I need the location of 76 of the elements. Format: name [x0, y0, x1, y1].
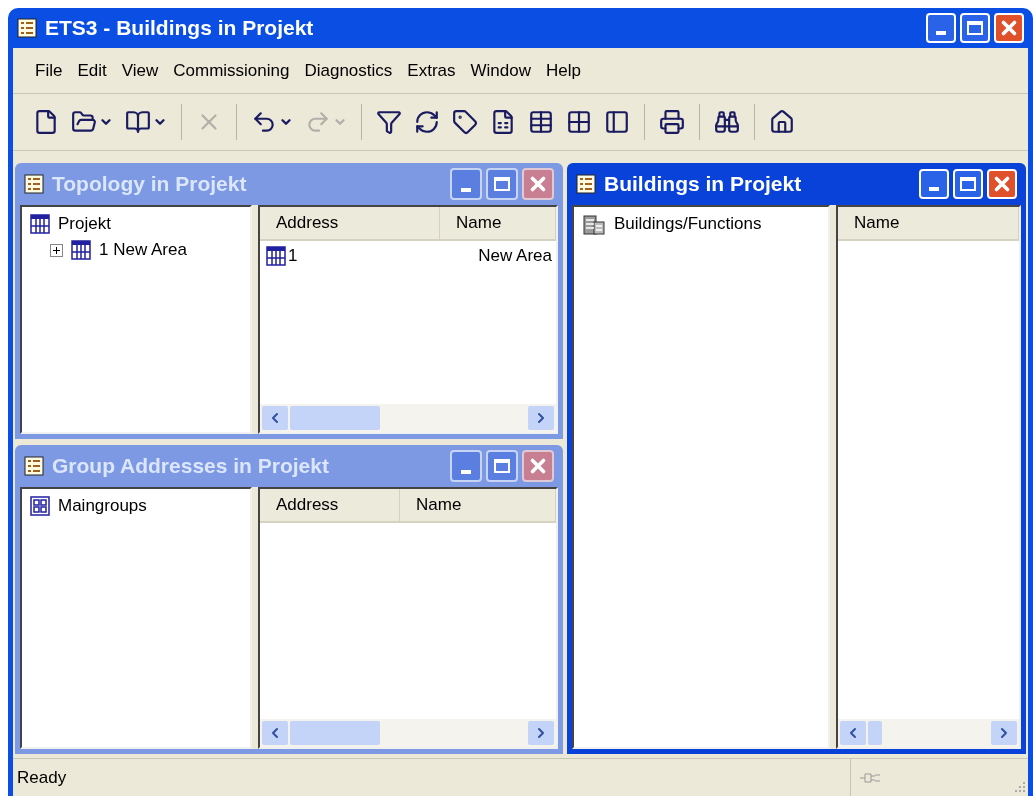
maximize-icon [494, 459, 510, 473]
table-cell-text: New Area [477, 245, 553, 268]
tree-item[interactable]: Buildings/Functions [582, 211, 824, 237]
menu-item[interactable]: Diagnostics [298, 55, 399, 86]
menu-item[interactable]: View [115, 55, 165, 86]
column-header[interactable]: Name [838, 207, 1019, 239]
scroll-left-button[interactable] [262, 721, 288, 745]
folder-icon [71, 109, 97, 135]
scroll-left-button[interactable] [262, 406, 288, 430]
panel-icon [604, 109, 630, 135]
column-header[interactable]: Address [260, 489, 400, 521]
window-app-icon [24, 456, 44, 476]
table-grid-icon [30, 214, 50, 234]
maximize-icon [494, 177, 510, 191]
tag-icon [452, 109, 478, 135]
maximize-icon [960, 177, 976, 191]
search-icon [714, 109, 740, 135]
window-app-icon [17, 18, 37, 38]
undo-icon [251, 109, 277, 135]
scroll-left-button[interactable] [840, 721, 866, 745]
window-app-icon [24, 174, 44, 194]
table-grid-icon [71, 240, 91, 260]
menu-item[interactable]: Extras [401, 55, 462, 86]
minimize-icon [461, 188, 471, 192]
print-icon [659, 109, 685, 135]
child-window-title: Group Addresses in Projekt [52, 453, 329, 480]
menu-item[interactable]: Window [464, 55, 537, 86]
grid-icon [566, 109, 592, 135]
tree-item[interactable]: 1 New Area [50, 237, 246, 263]
maximize-button[interactable] [486, 168, 518, 200]
column-header[interactable]: Name [440, 207, 556, 239]
table-icon [528, 109, 554, 135]
house-icon [769, 109, 795, 135]
scroll-thumb[interactable] [290, 721, 380, 745]
column-header[interactable]: Name [400, 489, 556, 521]
horizontal-scrollbar[interactable] [260, 404, 556, 432]
redo-icon [305, 109, 331, 135]
minimize-button[interactable] [450, 450, 482, 482]
close-button[interactable] [522, 168, 554, 200]
minimize-button[interactable] [450, 168, 482, 200]
status-text: Ready [16, 766, 68, 789]
scroll-right-button[interactable] [528, 721, 554, 745]
scroll-thumb[interactable] [290, 406, 380, 430]
horizontal-scrollbar[interactable] [260, 719, 556, 747]
scroll-right-button[interactable] [528, 406, 554, 430]
maximize-icon [967, 21, 983, 35]
connection-icon [859, 771, 881, 784]
book-icon [125, 109, 151, 135]
horizontal-scrollbar[interactable] [838, 719, 1019, 747]
child-window-title: Buildings in Projekt [604, 171, 802, 198]
minimize-icon [929, 187, 939, 191]
column-header[interactable]: Address [260, 207, 440, 239]
table-grid-icon [266, 246, 286, 266]
filter-icon [376, 109, 402, 135]
minimize-icon [461, 470, 471, 474]
menu-item[interactable]: Help [540, 55, 587, 86]
maximize-button[interactable] [486, 450, 518, 482]
menu-item[interactable]: Edit [71, 55, 113, 86]
new-file-icon [33, 109, 59, 135]
tree-item[interactable]: Maingroups [30, 493, 246, 519]
window-app-icon [576, 174, 596, 194]
refresh-icon [414, 109, 440, 135]
table-cell: 1 [260, 243, 440, 269]
tree-item[interactable]: Projekt [30, 211, 246, 237]
scroll-thumb[interactable] [868, 721, 882, 745]
sheet-icon [490, 109, 516, 135]
menu-item[interactable]: File [29, 55, 69, 86]
minimize-icon [936, 31, 946, 35]
group-grid-icon [30, 496, 50, 516]
child-window-title: Topology in Projekt [52, 171, 247, 198]
window-title: ETS3 - Buildings in Projekt [45, 15, 314, 42]
menu-item[interactable]: Commissioning [167, 55, 296, 86]
expand-toggle[interactable] [50, 243, 63, 257]
scroll-right-button[interactable] [991, 721, 1017, 745]
close-button[interactable] [522, 450, 554, 482]
building-icon [582, 212, 606, 236]
